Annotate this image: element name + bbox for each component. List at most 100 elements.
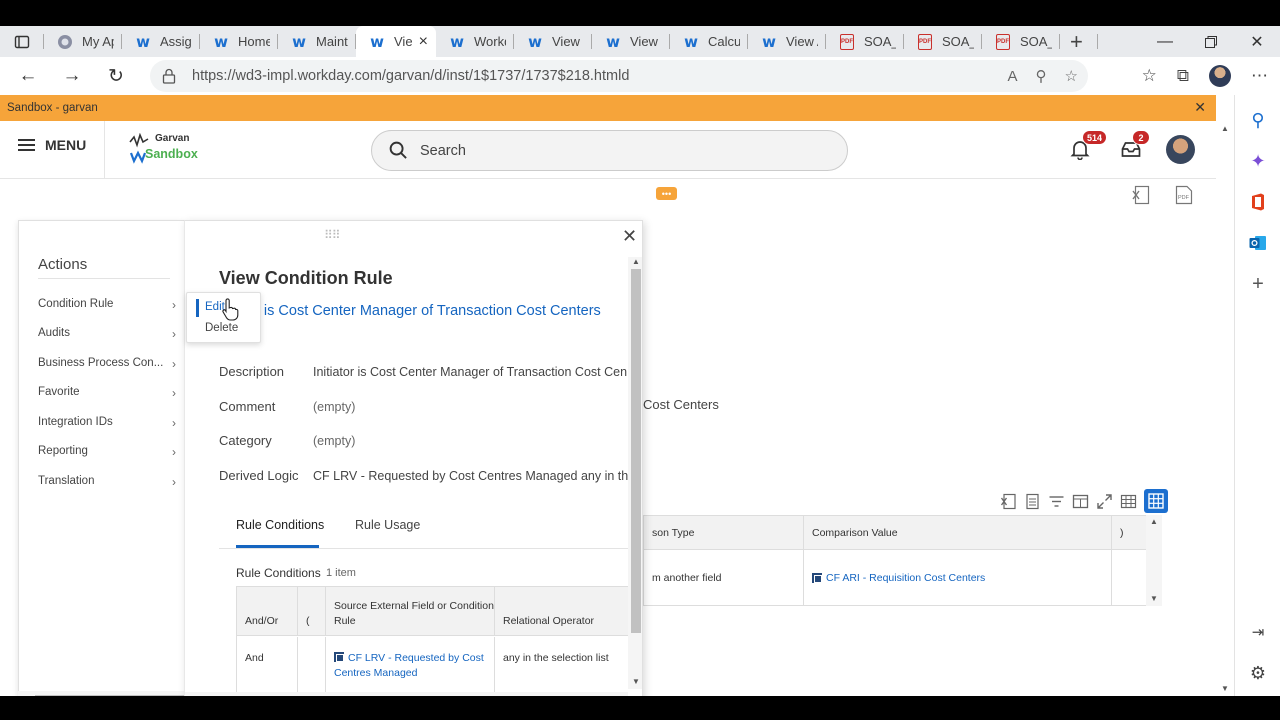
grid-scrollbar[interactable]: ▲ ▼ (1146, 515, 1162, 606)
tab-rule-usage[interactable]: Rule Usage (355, 518, 420, 532)
scrollbar-thumb[interactable] (35, 695, 184, 696)
export-pdf-icon[interactable] (1024, 493, 1041, 510)
condition-rule-link[interactable]: or is Cost Center Manager of Transaction… (247, 303, 601, 319)
popup-horizontal-scrollbar[interactable]: ▶ (185, 692, 628, 696)
scroll-up-icon[interactable]: ▲ (1221, 124, 1229, 133)
browser-tab[interactable]: My App (44, 26, 122, 57)
action-item-integration-ids[interactable]: Integration IDs › (38, 416, 176, 430)
column-header[interactable]: ) (1112, 516, 1147, 550)
action-item-business-process[interactable]: Business Process Con... › (38, 357, 176, 371)
add-favorite-icon[interactable]: ☆ (1065, 67, 1078, 85)
background-grid: son Type Comparison Value ) m another fi… (643, 515, 1162, 606)
close-tab-icon[interactable]: × (419, 33, 428, 51)
close-icon[interactable]: ✕ (622, 226, 637, 247)
browser-tab[interactable]: w Maintai (278, 26, 356, 57)
table-view-icon[interactable] (1120, 493, 1137, 510)
related-actions-icon[interactable] (334, 652, 344, 662)
scroll-down-icon[interactable]: ▼ (632, 677, 640, 686)
close-icon[interactable]: ✕ (1194, 99, 1206, 116)
column-header[interactable]: Comparison Value (804, 516, 1112, 550)
browser-tab[interactable]: PDF SOA_In (826, 26, 904, 57)
comparison-value-link[interactable]: CF ARI - Requisition Cost Centers (826, 572, 985, 584)
logo-text-sandbox: Sandbox (145, 147, 198, 161)
related-actions-icon[interactable] (812, 573, 822, 583)
tab-rule-conditions[interactable]: Rule Conditions (236, 518, 324, 532)
export-excel-icon[interactable] (1132, 185, 1150, 205)
sidebar-collapse-icon[interactable]: ⇥ (1247, 621, 1269, 643)
column-header[interactable]: And/Or (237, 587, 298, 636)
new-tab-button[interactable]: + (1060, 26, 1098, 57)
forward-button[interactable]: → (50, 57, 94, 95)
settings-icon[interactable]: ⚙ (1247, 662, 1269, 684)
column-header[interactable]: son Type (644, 516, 804, 550)
column-header[interactable]: Source External Field or Condition Rule (326, 587, 495, 636)
profile-avatar[interactable] (1209, 65, 1231, 87)
url-text[interactable]: https://wd3-impl.workday.com/garvan/d/in… (192, 68, 629, 84)
action-item-condition-rule[interactable]: Condition Rule › (38, 298, 176, 312)
browser-tab[interactable]: PDF SOA_In (904, 26, 982, 57)
garvan-sandbox-logo[interactable]: Garvan Sandbox (128, 133, 208, 167)
export-excel-icon[interactable] (1000, 493, 1017, 510)
edge-sidebar: ⚲ ✦ + ⇥ ⚙ (1234, 95, 1280, 696)
column-header[interactable]: ( (298, 587, 326, 636)
delete-menu-item[interactable]: Delete (205, 322, 238, 334)
close-window-button[interactable]: ✕ (1234, 26, 1280, 57)
browser-tab[interactable]: w Workda (436, 26, 514, 57)
back-button[interactable]: ← (6, 57, 50, 95)
browser-tab[interactable]: PDF SOA_In (982, 26, 1060, 57)
fullscreen-icon[interactable] (1096, 493, 1113, 510)
actions-horizontal-scrollbar[interactable]: ◀ (18, 691, 184, 696)
popup-vertical-scrollbar[interactable]: ▲ ▼ (628, 257, 642, 689)
notifications-badge: 514 (1082, 130, 1108, 145)
menu-button[interactable]: MENU (18, 137, 86, 153)
user-avatar[interactable] (1166, 135, 1195, 164)
search-bar[interactable]: Search (371, 130, 848, 171)
action-item-favorite[interactable]: Favorite › (38, 386, 176, 400)
search-icon[interactable]: ⚲ (1247, 109, 1269, 131)
outlook-icon[interactable] (1247, 232, 1269, 254)
filter-icon[interactable] (1048, 493, 1065, 510)
columns-icon[interactable] (1072, 493, 1089, 510)
drag-handle-icon[interactable]: ⠿⠿ (324, 228, 341, 242)
column-header[interactable]: Relational Operator (495, 587, 632, 636)
tab-actions-button[interactable] (0, 26, 44, 57)
favorites-icon[interactable]: ☆ (1142, 66, 1157, 86)
action-item-translation[interactable]: Translation › (38, 475, 176, 489)
action-item-audits[interactable]: Audits › (38, 327, 176, 341)
scroll-up-icon[interactable]: ▲ (1150, 517, 1158, 526)
scroll-down-icon[interactable]: ▼ (1150, 594, 1158, 603)
address-bar[interactable]: https://wd3-impl.workday.com/garvan/d/in… (150, 60, 1088, 92)
more-options-icon[interactable]: ⋯ (1251, 66, 1268, 86)
read-aloud-icon[interactable]: A (1008, 68, 1018, 85)
related-actions-button[interactable]: ••• (656, 187, 677, 200)
browser-tab[interactable]: w Calculat (670, 26, 748, 57)
browser-tab-active[interactable]: w Vie × (356, 26, 436, 57)
workday-header: MENU Garvan Sandbox Search 514 2 (0, 121, 1216, 179)
action-item-reporting[interactable]: Reporting › (38, 445, 176, 459)
scroll-up-icon[interactable]: ▲ (632, 257, 640, 266)
scroll-down-icon[interactable]: ▼ (1221, 684, 1229, 693)
minimize-button[interactable]: — (1142, 26, 1188, 57)
browser-tab[interactable]: w View As (748, 26, 826, 57)
grid-view-button[interactable] (1144, 489, 1168, 513)
scrollbar-thumb[interactable] (631, 269, 641, 633)
browser-tab[interactable]: w View Co (592, 26, 670, 57)
page-scrollbar[interactable]: ▲ ▼ (1216, 121, 1234, 696)
browser-tab[interactable]: w Home - (200, 26, 278, 57)
restore-button[interactable] (1188, 26, 1234, 57)
add-icon[interactable]: + (1247, 273, 1269, 295)
action-label: Audits (38, 327, 70, 339)
browser-tab[interactable]: w Assign I (122, 26, 200, 57)
action-label: Condition Rule (38, 298, 114, 310)
tab-label: Maintai (316, 34, 348, 49)
browser-tab[interactable]: w View Co (514, 26, 592, 57)
export-pdf-icon[interactable]: PDF (1175, 185, 1193, 205)
sandbox-banner-text: Sandbox - garvan (7, 102, 98, 114)
copilot-icon[interactable]: ✦ (1247, 150, 1269, 172)
source-condition-link[interactable]: CF LRV - Requested by Cost Centres Manag… (334, 652, 484, 679)
scroll-left-icon[interactable]: ◀ (23, 695, 29, 696)
zoom-icon[interactable]: ⚲ (1036, 67, 1047, 85)
office-icon[interactable] (1247, 191, 1269, 213)
collections-icon[interactable]: ⧉ (1177, 66, 1189, 86)
reload-button[interactable]: ↻ (94, 57, 138, 95)
